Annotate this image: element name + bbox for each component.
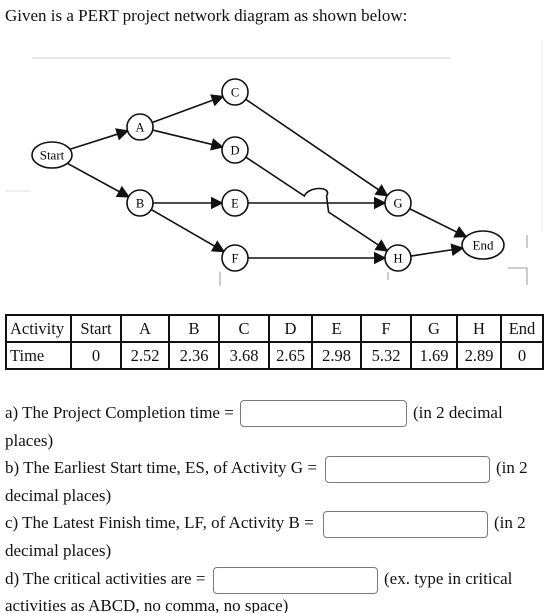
node-d: D xyxy=(221,136,249,164)
header-cell: C xyxy=(218,314,270,343)
arrow-a-to-d xyxy=(152,129,224,151)
question-c-suffix: (in 2 xyxy=(494,513,526,532)
node-c: C xyxy=(221,78,249,106)
header-cell: F xyxy=(360,314,412,343)
node-h: H xyxy=(384,244,412,272)
question-d-label: d) The critical activities are = xyxy=(5,569,206,588)
node-label: B xyxy=(136,197,144,211)
arrow-a-to-c xyxy=(151,94,225,124)
header-cell: End xyxy=(500,314,544,343)
question-a-label: a) The Project Completion time = xyxy=(5,403,234,422)
question-a-cont: places) xyxy=(5,431,54,450)
header-cell: B xyxy=(168,314,220,343)
arrow-d-to-h xyxy=(245,156,389,252)
table-header-row: Activity Start A B C D E F G H End xyxy=(5,314,544,343)
time-cell: 0 xyxy=(500,341,544,370)
node-b: B xyxy=(126,189,154,217)
time-cell: Time xyxy=(5,341,72,370)
arrow-g-to-end xyxy=(409,208,468,238)
node-start: Start xyxy=(31,141,73,169)
page: Given is a PERT project network diagram … xyxy=(0,0,547,613)
time-cell: 2.65 xyxy=(268,341,313,370)
header-cell: Activity xyxy=(5,314,72,343)
question-d-suffix: (ex. type in critical xyxy=(384,569,513,588)
question-b-label: b) The Earliest Start time, ES, of Activ… xyxy=(5,458,317,477)
header-cell: E xyxy=(311,314,362,343)
activity-time-table: Activity Start A B C D E F G H End Time 0 2.52 2.36 3.… xyxy=(5,314,544,370)
arrow-start-to-a xyxy=(69,128,130,151)
tick-mark xyxy=(508,267,528,285)
arrow-c-to-g xyxy=(245,98,389,197)
node-label: End xyxy=(473,238,494,253)
time-cell: 5.32 xyxy=(360,341,412,370)
time-cell: 3.68 xyxy=(218,341,270,370)
question-c-cont: decimal places) xyxy=(5,541,112,560)
node-label: F xyxy=(232,252,239,266)
arrow-b-to-f xyxy=(150,208,226,253)
time-cell: 2.98 xyxy=(311,341,362,370)
header-cell: H xyxy=(456,314,502,343)
node-label: G xyxy=(393,197,402,211)
time-cell: 1.69 xyxy=(410,341,458,370)
header-cell: Start xyxy=(70,314,122,343)
question-a-suffix: (in 2 decimal xyxy=(413,403,503,422)
node-label: H xyxy=(393,252,402,266)
question-d-cont: activities as ABCD, no comma, no space) xyxy=(5,596,289,613)
header-cell: G xyxy=(410,314,458,343)
node-label: E xyxy=(231,197,239,211)
pert-network-diagram: Start A B C D E F G H End xyxy=(5,40,543,286)
node-label: C xyxy=(231,86,239,100)
arrow-h-to-end xyxy=(410,243,465,257)
node-label: Start xyxy=(40,148,65,163)
question-b-suffix: (in 2 xyxy=(496,458,528,477)
node-label: D xyxy=(230,144,239,158)
question-c-label: c) The Latest Finish time, LF, of Activi… xyxy=(5,513,314,532)
header-cell: D xyxy=(268,314,313,343)
node-end: End xyxy=(461,230,505,260)
earliest-start-g-input[interactable] xyxy=(325,456,490,483)
node-label: A xyxy=(135,121,144,135)
node-g: G xyxy=(384,189,412,217)
time-cell: 2.89 xyxy=(456,341,502,370)
question-b-cont: decimal places) xyxy=(5,486,112,505)
node-f: F xyxy=(221,244,249,272)
header-cell: A xyxy=(120,314,170,343)
latest-finish-b-input[interactable] xyxy=(323,511,488,538)
node-a: A xyxy=(126,113,154,141)
time-cell: 0 xyxy=(70,341,122,370)
time-cell: 2.36 xyxy=(168,341,220,370)
node-e: E xyxy=(221,189,249,217)
arrow-start-to-b xyxy=(66,162,130,198)
critical-activities-input[interactable] xyxy=(213,567,378,594)
table-row: Time 0 2.52 2.36 3.68 2.65 2.98 5.32 1.69 2.89 0 xyxy=(5,341,544,370)
project-completion-time-input[interactable] xyxy=(240,400,407,427)
time-cell: 2.52 xyxy=(120,341,170,370)
